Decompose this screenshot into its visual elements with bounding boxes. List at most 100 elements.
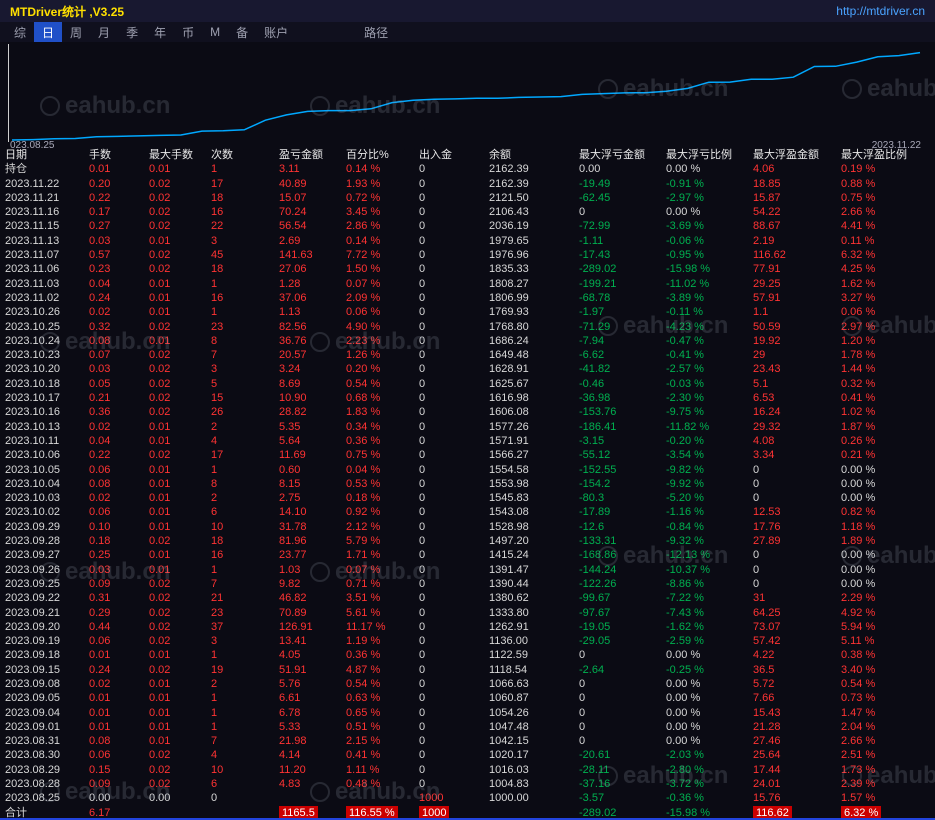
column-header[interactable]: 日期	[0, 148, 84, 162]
table-row[interactable]: 持仓 0.01 0.01 1 3.11 0.14 % 0 2162.39 0.00 0.00 % 4…	[0, 162, 935, 176]
table-row[interactable]: 2023.10.17 0.21 0.02 15 10.90 0.68 % 0 1616.98 -…	[0, 391, 935, 405]
menu-item-备[interactable]: 备	[228, 22, 256, 43]
column-header[interactable]: 最大浮亏金额	[574, 148, 661, 162]
table-row[interactable]: 2023.10.04 0.08 0.01 8 8.15 0.53 % 0 1553.98 -15…	[0, 477, 935, 491]
cell: 0	[579, 692, 586, 705]
cell: 18	[211, 191, 224, 204]
column-header[interactable]: 盈亏金额	[274, 148, 341, 162]
table-row[interactable]: 2023.11.13 0.03 0.01 3 2.69 0.14 % 0 1979.65 -1.…	[0, 234, 935, 248]
cell: 0.11 %	[841, 234, 875, 247]
cell: -199.21	[579, 277, 617, 290]
table-row[interactable]: 2023.10.24 0.08 0.01 8 36.76 2.23 % 0 1686.24 -7…	[0, 334, 935, 348]
table-row[interactable]: 2023.11.03 0.04 0.01 1 1.28 0.07 % 0 1808.27 -19…	[0, 277, 935, 291]
menu-item-月[interactable]: 月	[90, 22, 118, 43]
table-row[interactable]: 2023.08.30 0.06 0.02 4 4.14 0.41 % 0 1020.17 -20…	[0, 748, 935, 762]
table-row[interactable]: 2023.09.08 0.02 0.01 2 5.76 0.54 % 0 1066.63 0 0.…	[0, 677, 935, 691]
table-row[interactable]: 2023.09.19 0.06 0.02 3 13.41 1.19 % 0 1136.00 -2…	[0, 634, 935, 648]
cell: 1.62 %	[841, 277, 876, 290]
menu-item-综[interactable]: 综	[6, 22, 34, 43]
table-row[interactable]: 2023.08.25 0.00 0.00 0 1000 1000.00 -3.57 -0.36…	[0, 791, 935, 805]
column-header[interactable]: 最大浮盈金额	[748, 148, 836, 162]
cell: 2.29 %	[841, 592, 876, 605]
cell: 18	[211, 263, 224, 276]
table-row[interactable]: 2023.11.15 0.27 0.02 22 56.54 2.86 % 0 2036.19 -…	[0, 219, 935, 233]
table-row[interactable]: 2023.10.11 0.04 0.01 4 5.64 0.36 % 0 1571.91 -3.…	[0, 434, 935, 448]
cell: 0.92 %	[346, 506, 381, 519]
cell: 2023.11.15	[5, 220, 60, 233]
table-row[interactable]: 2023.10.16 0.36 0.02 26 28.82 1.83 % 0 1606.08 -…	[0, 405, 935, 419]
website-link[interactable]: http://mtdriver.cn	[836, 4, 925, 18]
table-row[interactable]: 2023.10.03 0.02 0.01 2 2.75 0.18 % 0 1545.83 -80…	[0, 491, 935, 505]
menu-item-日[interactable]: 日	[34, 21, 63, 43]
column-header[interactable]: 最大浮亏比例	[661, 148, 748, 162]
cell: 0	[579, 677, 586, 690]
table-row[interactable]: 2023.09.04 0.01 0.01 1 6.78 0.65 % 0 1054.26 0 0.…	[0, 706, 935, 720]
cell: 18	[211, 535, 224, 548]
table-row[interactable]: 2023.10.26 0.02 0.01 1 1.13 0.06 % 0 1769.93 -1.…	[0, 305, 935, 319]
column-header[interactable]: 次数	[206, 148, 274, 162]
table-row[interactable]: 2023.09.29 0.10 0.01 10 31.78 2.12 % 0 1528.98 -…	[0, 520, 935, 534]
column-header[interactable]: 最大手数	[144, 148, 206, 162]
cell: 0.03	[89, 234, 111, 247]
column-header[interactable]: 最大浮盈比例	[836, 148, 925, 162]
table-row[interactable]: 2023.10.20 0.03 0.02 3 3.24 0.20 % 0 1628.91 -41…	[0, 362, 935, 376]
table-row[interactable]: 2023.10.25 0.32 0.02 23 82.56 4.90 % 0 1768.80 -…	[0, 320, 935, 334]
column-header[interactable]: 百分比%	[341, 148, 414, 162]
table-row[interactable]: 2023.10.23 0.07 0.02 7 20.57 1.26 % 0 1649.48 -6…	[0, 348, 935, 362]
table-row[interactable]: 2023.08.29 0.15 0.02 10 11.20 1.11 % 0 1016.03 -…	[0, 763, 935, 777]
cell: 9.82	[279, 577, 301, 590]
table-row[interactable]: 2023.11.21 0.22 0.02 18 15.07 0.72 % 0 2121.50 -…	[0, 191, 935, 205]
menu-item-币[interactable]: 币	[174, 22, 202, 43]
cell: 2023.11.03	[5, 277, 60, 290]
cell: 2.51 %	[841, 749, 876, 762]
cell: 0.53 %	[346, 477, 381, 490]
table-row[interactable]: 2023.09.28 0.18 0.02 18 81.96 5.79 % 0 1497.20 -…	[0, 534, 935, 548]
cell: 26	[211, 406, 224, 419]
table-row[interactable]: 2023.10.05 0.06 0.01 1 0.60 0.04 % 0 1554.58 -15…	[0, 463, 935, 477]
table-row[interactable]: 2023.08.31 0.08 0.01 7 21.98 2.15 % 0 1042.15 0 0…	[0, 734, 935, 748]
table-row[interactable]: 2023.11.06 0.23 0.02 18 27.06 1.50 % 0 1835.33 -…	[0, 262, 935, 276]
menu-item-M[interactable]: M	[202, 23, 228, 41]
cell: 0.01	[149, 735, 171, 748]
table-row[interactable]: 2023.09.27 0.25 0.01 16 23.77 1.71 % 0 1415.24 -…	[0, 548, 935, 562]
cell: 0.08	[89, 334, 111, 347]
table-header-row: 日期 手数 最大手数 次数 盈亏金额 百分比% 出入金 余额 最大浮亏金额 最大浮亏比例 最大浮盈金…	[0, 148, 935, 162]
table-row[interactable]: 2023.09.20 0.44 0.02 37 126.91 11.17 % 0 1262.9…	[0, 620, 935, 634]
table-row[interactable]: 2023.09.25 0.09 0.02 7 9.82 0.71 % 0 1390.44 -12…	[0, 577, 935, 591]
table-row[interactable]: 2023.09.18 0.01 0.01 1 4.05 0.36 % 0 1122.59 0 0.…	[0, 648, 935, 662]
table-row[interactable]: 2023.08.28 0.09 0.02 6 4.83 0.48 % 0 1004.83 -37…	[0, 777, 935, 791]
cell: -3.72 %	[666, 778, 704, 791]
menu-item-周[interactable]: 周	[62, 22, 90, 43]
cell: 0.32 %	[841, 377, 876, 390]
column-header[interactable]: 余额	[484, 148, 574, 162]
cell: 0	[419, 392, 426, 405]
table-row[interactable]: 2023.09.01 0.01 0.01 1 5.33 0.51 % 0 1047.48 0 0.…	[0, 720, 935, 734]
cell: 0.02	[149, 177, 171, 190]
menu-item-path[interactable]: 路径	[356, 22, 396, 43]
table-row[interactable]: 2023.09.26 0.03 0.01 1 1.03 0.07 % 0 1391.47 -14…	[0, 563, 935, 577]
table-row[interactable]: 2023.09.15 0.24 0.02 19 51.91 4.87 % 0 1118.54 -…	[0, 663, 935, 677]
cell: 0.02	[89, 492, 111, 505]
cell: 16.24	[753, 406, 781, 419]
cell: 17	[211, 177, 224, 190]
table-row[interactable]: 2023.09.21 0.29 0.02 23 70.89 5.61 % 0 1333.80 -…	[0, 606, 935, 620]
column-header[interactable]: 手数	[84, 148, 144, 162]
table-row[interactable]: 2023.11.07 0.57 0.02 45 141.63 7.72 % 0 1976.96…	[0, 248, 935, 262]
menu-item-账户[interactable]: 账户	[256, 22, 296, 43]
cell: 1545.83	[489, 492, 529, 505]
menu-item-年[interactable]: 年	[146, 22, 174, 43]
table-row[interactable]: 2023.11.22 0.20 0.02 17 40.89 1.93 % 0 2162.39 -…	[0, 177, 935, 191]
table-row[interactable]: 2023.11.02 0.24 0.01 16 37.06 2.09 % 0 1806.99 -…	[0, 291, 935, 305]
column-header[interactable]: 出入金	[414, 148, 484, 162]
table-row[interactable]: 2023.09.22 0.31 0.02 21 46.82 3.51 % 0 1380.62 -…	[0, 591, 935, 605]
menu-item-季[interactable]: 季	[118, 22, 146, 43]
table-row[interactable]: 2023.11.16 0.17 0.02 16 70.24 3.45 % 0 2106.43 0…	[0, 205, 935, 219]
table-row[interactable]: 2023.10.13 0.02 0.01 2 5.35 0.34 % 0 1577.26 -18…	[0, 420, 935, 434]
table-row[interactable]: 2023.10.18 0.05 0.02 5 8.69 0.54 % 0 1625.67 -0.…	[0, 377, 935, 391]
cell: 0.08	[89, 477, 111, 490]
table-row[interactable]: 2023.10.02 0.06 0.01 6 14.10 0.92 % 0 1543.08 -1…	[0, 505, 935, 519]
cell: -11.02 %	[666, 277, 710, 290]
cell: -3.15	[579, 434, 605, 447]
table-row[interactable]: 2023.09.05 0.01 0.01 1 6.61 0.63 % 0 1060.87 0 0.…	[0, 691, 935, 705]
table-row[interactable]: 2023.10.06 0.22 0.02 17 11.69 0.75 % 0 1566.27 -…	[0, 448, 935, 462]
